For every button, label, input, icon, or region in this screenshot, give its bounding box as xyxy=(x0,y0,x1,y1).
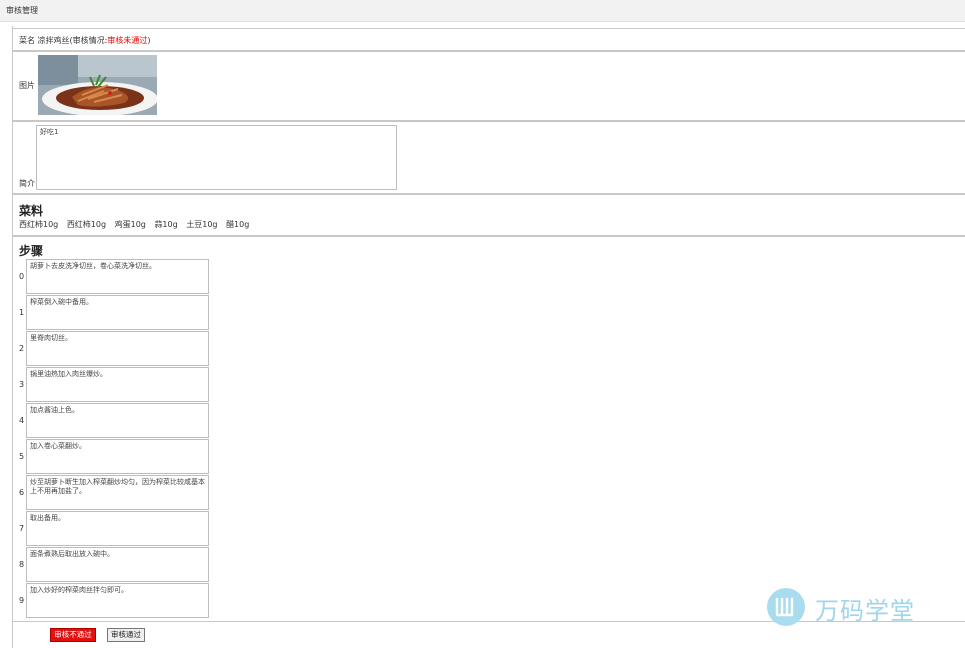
step-textarea[interactable]: 锅里油热加入肉丝爆炒。 xyxy=(26,367,209,402)
approve-button[interactable]: 审核通过 xyxy=(107,628,145,642)
dish-name-row xyxy=(12,28,965,51)
step-textarea[interactable]: 炒至胡萝卜断生加入榨菜翻炒均匀，因为榨菜比较咸基本上不用再加盐了。 xyxy=(26,475,209,510)
ingredient-item: 鸡蛋10g xyxy=(114,220,146,229)
reject-button[interactable]: 审核不通过 xyxy=(50,628,96,642)
step-number: 2 xyxy=(19,344,25,353)
image-label: 图片 xyxy=(19,81,35,90)
step-number: 4 xyxy=(19,416,25,425)
step-number: 3 xyxy=(19,380,25,389)
intro-textarea[interactable]: 好吃1 xyxy=(36,125,397,190)
status-suffix: ) xyxy=(147,36,151,45)
step-textarea[interactable]: 加入炒好的榨菜肉丝拌匀即可。 xyxy=(26,583,209,618)
intro-label: 简介 xyxy=(19,179,35,188)
page-title: 审核管理 xyxy=(6,6,38,15)
step-number: 6 xyxy=(19,488,25,497)
status-prefix: (审核情况: xyxy=(69,36,108,45)
step-number: 8 xyxy=(19,560,25,569)
top-bar: 审核管理 xyxy=(0,0,965,22)
ingredient-item: 西红柿10g xyxy=(66,220,107,229)
ingredients-list: 西红柿10g 西红柿10g 鸡蛋10g 蒜10g 土豆10g 醋10g xyxy=(19,219,255,230)
steps-title: 步骤 xyxy=(19,244,44,258)
step-textarea[interactable]: 胡萝卜去皮洗净切丝，卷心菜洗净切丝。 xyxy=(26,259,209,294)
step-number: 7 xyxy=(19,524,25,533)
ingredient-item: 醋10g xyxy=(226,220,250,229)
watermark-logo-icon xyxy=(766,587,806,629)
ingredient-item: 土豆10g xyxy=(186,220,218,229)
step-textarea[interactable]: 里脊肉切丝。 xyxy=(26,331,209,366)
dish-name-label: 菜名 xyxy=(19,36,35,45)
dish-photo xyxy=(38,55,157,115)
ingredient-item: 蒜10g xyxy=(154,220,178,229)
step-textarea[interactable]: 榨菜倒入碗中备用。 xyxy=(26,295,209,330)
step-number: 1 xyxy=(19,308,25,317)
watermark-text: 万码学堂 xyxy=(815,597,915,625)
step-textarea[interactable]: 取出备用。 xyxy=(26,511,209,546)
ingredient-item: 西红柿10g xyxy=(19,220,59,229)
review-status: 审核未通过 xyxy=(107,36,148,45)
step-number: 5 xyxy=(19,452,25,461)
step-textarea[interactable]: 加点酱油上色。 xyxy=(26,403,209,438)
dish-name: 凉拌鸡丝 xyxy=(37,36,70,45)
step-number: 0 xyxy=(19,272,25,281)
step-textarea[interactable]: 面条煮熟后取出放入碗中。 xyxy=(26,547,209,582)
step-textarea[interactable]: 加入卷心菜翻炒。 xyxy=(26,439,209,474)
ingredients-title: 菜料 xyxy=(19,204,44,218)
dish-name-line: 菜名 凉拌鸡丝(审核情况:审核未通过) xyxy=(19,35,151,46)
step-number: 9 xyxy=(19,596,25,605)
